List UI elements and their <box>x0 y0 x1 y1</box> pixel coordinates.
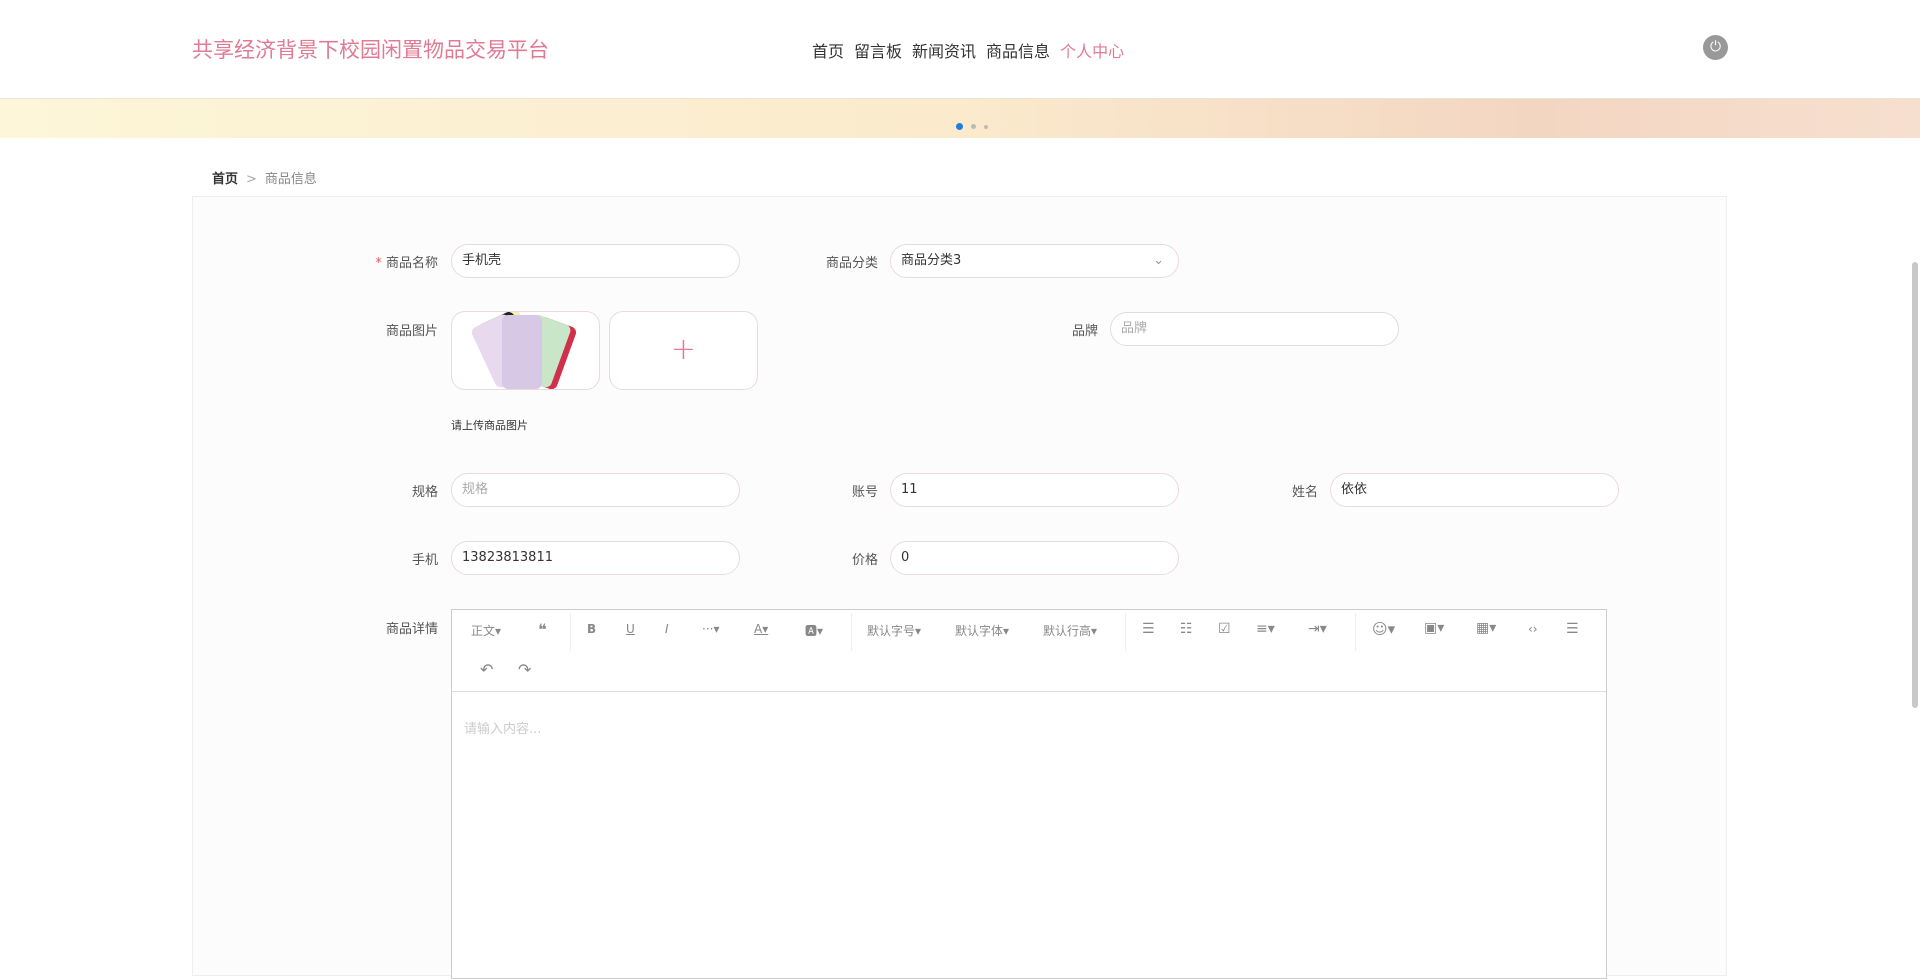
detail-label: 商品详情 <box>385 622 438 637</box>
page-scrollbar[interactable] <box>1912 262 1918 708</box>
price-input[interactable]: 0 <box>890 541 1179 575</box>
name-input[interactable]: 手机壳 <box>451 244 740 278</box>
nav-messages[interactable]: 留言板 <box>854 38 902 62</box>
category-select[interactable]: 商品分类3 ⌄ <box>890 244 1179 278</box>
nav-profile[interactable]: 个人中心 <box>1060 38 1124 62</box>
quote-icon[interactable]: ❝ <box>538 620 547 639</box>
header: 共享经济背景下校园闲置物品交易平台 首页 留言板 新闻资讯 商品信息 个人中心 … <box>0 0 1920 98</box>
image-hint: 请上传商品图片 <box>451 419 528 432</box>
divider-icon[interactable]: ☰ <box>1566 621 1579 637</box>
underline-icon[interactable]: U <box>626 622 635 636</box>
brand-input[interactable]: 品牌 <box>1110 312 1399 346</box>
breadcrumb: 首页 > 商品信息 <box>212 168 317 187</box>
bullet-list-icon[interactable]: ☰ <box>1142 621 1155 637</box>
align-icon[interactable]: ≡▾ <box>1256 621 1275 637</box>
italic-icon[interactable]: I <box>665 622 669 636</box>
breadcrumb-current: 商品信息 <box>264 172 317 187</box>
add-image-button[interactable]: + <box>609 311 758 390</box>
nav-news[interactable]: 新闻资讯 <box>912 38 976 62</box>
name-label: * 商品名称 <box>375 256 438 271</box>
banner-carousel <box>0 98 1920 138</box>
todo-icon[interactable]: ☑ <box>1218 621 1231 637</box>
spec-input[interactable]: 规格 <box>451 473 740 507</box>
font-family-select[interactable]: 默认字体▾ <box>955 622 1009 639</box>
breadcrumb-separator: > <box>246 172 257 187</box>
account-input[interactable]: 11 <box>890 473 1179 507</box>
paragraph-button[interactable]: 正文▾ <box>471 622 501 639</box>
line-height-select[interactable]: 默认行高▾ <box>1043 622 1097 639</box>
image-label: 商品图片 <box>385 324 438 339</box>
phone-label: 手机 <box>411 553 438 568</box>
nav-home[interactable]: 首页 <box>812 38 844 62</box>
realname-input[interactable]: 依依 <box>1330 473 1619 507</box>
carousel-dot[interactable] <box>984 124 988 129</box>
realname-label: 姓名 <box>1291 485 1318 500</box>
bold-icon[interactable]: B <box>587 622 596 636</box>
font-color-icon[interactable]: A▾ <box>754 622 768 636</box>
editor-content[interactable]: 请输入内容... <box>464 718 541 737</box>
numbered-list-icon[interactable]: ☷ <box>1180 621 1193 637</box>
table-icon[interactable]: ▦▾ <box>1476 620 1496 636</box>
chevron-down-icon: ⌄ <box>1153 253 1164 268</box>
spec-label: 规格 <box>411 485 438 500</box>
carousel-dot[interactable] <box>956 123 963 130</box>
indent-icon[interactable]: ⇥▾ <box>1308 621 1327 637</box>
breadcrumb-home[interactable]: 首页 <box>212 172 238 187</box>
more-icon[interactable]: ···▾ <box>702 622 719 636</box>
redo-icon[interactable]: ↷ <box>518 660 531 679</box>
font-size-select[interactable]: 默认字号▾ <box>867 622 921 639</box>
account-label: 账号 <box>851 485 878 500</box>
category-label: 商品分类 <box>825 256 878 271</box>
undo-icon[interactable]: ↶ <box>480 660 493 679</box>
site-title[interactable]: 共享经济背景下校园闲置物品交易平台 <box>192 34 549 64</box>
main-nav: 首页 留言板 新闻资讯 商品信息 个人中心 <box>812 38 1124 62</box>
price-label: 价格 <box>851 553 878 568</box>
image-icon[interactable]: ▣▾ <box>1424 620 1444 636</box>
code-icon[interactable]: ‹› <box>1528 622 1538 636</box>
emoji-icon[interactable]: ☺▾ <box>1372 620 1395 638</box>
background-color-icon[interactable]: 🅰▾ <box>805 622 823 639</box>
product-image-thumb[interactable] <box>451 311 600 390</box>
power-icon[interactable]: ⏻ <box>1703 35 1728 60</box>
rich-text-editor: 正文▾ ❝ B U I ···▾ A▾ 🅰▾ 默认字号▾ 默认字体▾ 默认行高▾… <box>451 609 1607 979</box>
phone-input[interactable]: 13823813811 <box>451 541 740 575</box>
carousel-dot[interactable] <box>971 124 976 129</box>
nav-products[interactable]: 商品信息 <box>986 38 1050 62</box>
editor-toolbar: 正文▾ ❝ B U I ···▾ A▾ 🅰▾ 默认字号▾ 默认字体▾ 默认行高▾… <box>452 610 1606 692</box>
brand-label: 品牌 <box>1071 324 1098 339</box>
